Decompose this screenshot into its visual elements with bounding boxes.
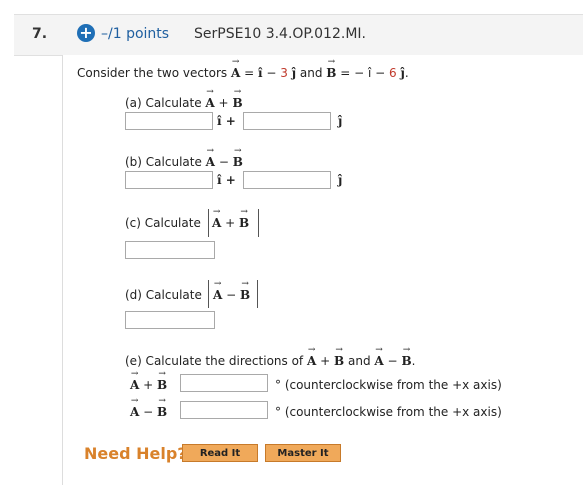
vector-a-symbol: → A <box>231 57 241 80</box>
part-c-label: (c) Calculate <box>125 216 201 230</box>
abs-bar-left <box>208 209 209 237</box>
abs-bar-right <box>258 209 259 237</box>
question-number: 7. <box>32 26 48 42</box>
part-c-input[interactable] <box>125 241 215 259</box>
part-d-input[interactable] <box>125 311 215 329</box>
part-d-label: (d) Calculate <box>125 288 202 302</box>
question-code: SerPSE10 3.4.OP.012.MI. <box>194 26 366 42</box>
part-a-j-input[interactable] <box>243 112 331 130</box>
part-a-i-unit: î + <box>217 114 236 128</box>
vector-b-symbol: → B <box>326 57 337 80</box>
part-a-label: (a) Calculate → A + → B <box>125 87 243 110</box>
question-intro: Consider the two vectors → A = î − 3 ĵ an… <box>77 57 409 80</box>
expand-plus-icon[interactable]: + <box>77 24 95 42</box>
part-a-i-input[interactable] <box>125 112 213 130</box>
intro-text: Consider the two vectors <box>77 66 228 80</box>
master-it-button[interactable]: Master It <box>265 444 341 462</box>
part-b-label: (b) Calculate → A − → B <box>125 146 243 169</box>
part-b-j-input[interactable] <box>243 171 331 189</box>
part-a-j-unit: ĵ <box>338 114 343 128</box>
part-b-i-input[interactable] <box>125 171 213 189</box>
part-e-sum-unit: ° (counterclockwise from the +x axis) <box>275 378 502 392</box>
part-e-sum-label: → A + → B <box>130 369 168 392</box>
part-e-diff-input[interactable] <box>180 401 268 419</box>
points-link[interactable]: –/1 points <box>101 26 169 42</box>
abs-bar-right <box>257 280 258 308</box>
part-e-sum-input[interactable] <box>180 374 268 392</box>
part-d-expression: → A − → B <box>213 279 251 302</box>
question-header: 7. + –/1 points SerPSE10 3.4.OP.012.MI. <box>14 14 583 56</box>
part-c-expression: → A + → B <box>212 207 250 230</box>
part-b-i-unit: î + <box>217 173 236 187</box>
need-help-label: Need Help? <box>84 444 187 463</box>
part-b-j-unit: ĵ <box>338 173 343 187</box>
abs-bar-left <box>208 280 209 308</box>
part-e-label: (e) Calculate the directions of → A + → B … <box>125 345 416 368</box>
part-e-diff-label: → A − → B <box>130 396 168 419</box>
part-e-diff-unit: ° (counterclockwise from the +x axis) <box>275 405 502 419</box>
read-it-button[interactable]: Read It <box>182 444 258 462</box>
